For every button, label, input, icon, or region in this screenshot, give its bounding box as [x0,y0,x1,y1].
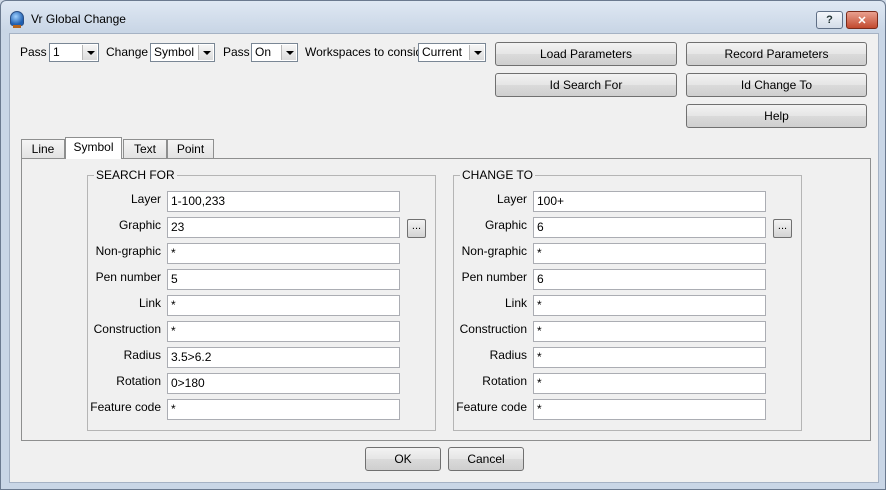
symbol-tab-panel: SEARCH FOR Layer 1-100,233 Graphic 23 ..… [21,158,871,441]
change-pen-number-label: Pen number [461,270,527,284]
search-rotation-label: Rotation [116,374,161,388]
globe-app-icon [10,11,24,28]
help-button[interactable]: Help [686,104,867,128]
change-to-group: CHANGE TO Layer 100+ Graphic 6 ... Non-g… [453,168,802,431]
cancel-button[interactable]: Cancel [448,447,524,471]
change-layer-field[interactable]: 100+ [533,191,766,212]
change-rotation-field[interactable]: * [533,373,766,394]
change-feature-code-field[interactable]: * [533,399,766,420]
load-parameters-button[interactable]: Load Parameters [495,42,677,66]
change-select-value: Symbol [154,45,195,59]
close-button[interactable]: ✕ [846,11,878,29]
change-construction-field[interactable]: * [533,321,766,342]
title-bar: Vr Global Change ? ✕ [1,1,885,35]
search-layer-field[interactable]: 1-100,233 [167,191,400,212]
search-for-title: SEARCH FOR [94,168,177,182]
change-radius-field[interactable]: * [533,347,766,368]
change-label: Change [106,45,149,59]
tab-symbol[interactable]: Symbol [65,137,122,159]
help-title-button[interactable]: ? [816,11,843,29]
search-construction-label: Construction [93,322,161,336]
search-for-group: SEARCH FOR Layer 1-100,233 Graphic 23 ..… [87,168,436,431]
change-feature-code-label: Feature code [456,400,527,414]
search-graphic-browse-button[interactable]: ... [407,219,426,238]
chevron-down-icon[interactable] [469,45,484,60]
chevron-down-icon[interactable] [198,45,213,60]
search-pen-number-label: Pen number [95,270,161,284]
search-feature-code-field[interactable]: * [167,399,400,420]
ok-button[interactable]: OK [365,447,441,471]
workspaces-select-value: Current [422,45,463,59]
chevron-down-icon[interactable] [281,45,296,60]
change-pen-number-field[interactable]: 6 [533,269,766,290]
search-rotation-field[interactable]: 0>180 [167,373,400,394]
change-graphic-field[interactable]: 6 [533,217,766,238]
chevron-down-icon[interactable] [82,45,97,60]
id-search-for-button[interactable]: Id Search For [495,73,677,97]
change-link-field[interactable]: * [533,295,766,316]
search-layer-label: Layer [130,192,161,206]
change-non-graphic-field[interactable]: * [533,243,766,264]
search-feature-code-label: Feature code [90,400,161,414]
search-construction-field[interactable]: * [167,321,400,342]
change-non-graphic-label: Non-graphic [461,244,527,258]
dialog-client-area: Pass 1 Change Symbol Pass On Workspaces … [9,33,879,483]
pass-label: Pass [20,45,47,59]
record-parameters-button[interactable]: Record Parameters [686,42,867,66]
close-icon: ✕ [857,14,867,27]
change-radius-label: Radius [489,348,527,362]
pass-select-value: 1 [53,45,60,59]
change-select[interactable]: Symbol [150,43,215,62]
change-construction-label: Construction [459,322,527,336]
workspaces-select[interactable]: Current [418,43,486,62]
tab-point[interactable]: Point [167,139,214,158]
pass-on-select-value: On [255,45,272,59]
change-to-title: CHANGE TO [460,168,535,182]
search-link-label: Link [138,296,161,310]
window-title: Vr Global Change [31,12,126,26]
search-non-graphic-field[interactable]: * [167,243,400,264]
workspaces-label: Workspaces to consid [305,45,423,59]
search-link-field[interactable]: * [167,295,400,316]
search-pen-number-field[interactable]: 5 [167,269,400,290]
change-link-label: Link [504,296,527,310]
change-rotation-label: Rotation [482,374,527,388]
search-radius-label: Radius [123,348,161,362]
question-mark-icon: ? [826,14,833,26]
tab-line[interactable]: Line [21,139,65,158]
search-graphic-label: Graphic [118,218,161,232]
tab-text[interactable]: Text [123,139,167,158]
change-graphic-label: Graphic [484,218,527,232]
dialog-window: Vr Global Change ? ✕ Pass 1 Change Symbo… [0,0,886,490]
search-radius-field[interactable]: 3.5>6.2 [167,347,400,368]
id-change-to-button[interactable]: Id Change To [686,73,867,97]
search-non-graphic-label: Non-graphic [95,244,161,258]
pass2-label: Pass [223,45,250,59]
pass-on-select[interactable]: On [251,43,298,62]
change-graphic-browse-button[interactable]: ... [773,219,792,238]
pass-select[interactable]: 1 [49,43,99,62]
change-layer-label: Layer [496,192,527,206]
search-graphic-field[interactable]: 23 [167,217,400,238]
